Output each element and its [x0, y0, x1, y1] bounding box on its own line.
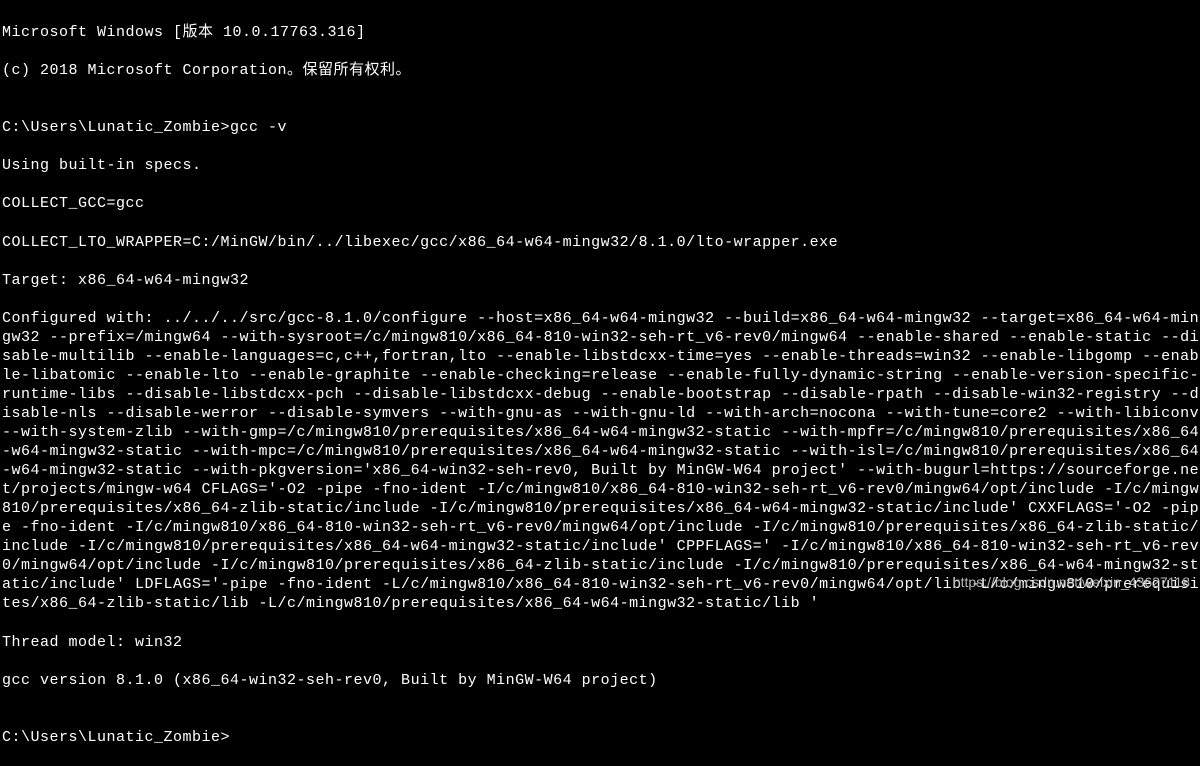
output-thread-model: Thread model: win32 — [2, 633, 1200, 652]
watermark-text: https://blog.csdn.net/weixin_43627118 — [953, 574, 1190, 592]
output-collect-gcc: COLLECT_GCC=gcc — [2, 194, 1200, 213]
cursor[interactable] — [230, 728, 239, 745]
copyright-line: (c) 2018 Microsoft Corporation。保留所有权利。 — [2, 61, 1200, 80]
command-line-2[interactable]: C:\Users\Lunatic_Zombie> — [2, 728, 1200, 747]
output-configured-with: Configured with: ../../../src/gcc-8.1.0/… — [2, 309, 1200, 614]
command-text-1: gcc -v — [230, 118, 287, 137]
prompt-1: C:\Users\Lunatic_Zombie> — [2, 118, 230, 137]
output-gcc-version: gcc version 8.1.0 (x86_64-win32-seh-rev0… — [2, 671, 1200, 690]
terminal-output[interactable]: Microsoft Windows [版本 10.0.17763.316] (c… — [2, 4, 1200, 766]
command-line-1: C:\Users\Lunatic_Zombie>gcc -v — [2, 118, 1200, 137]
prompt-2: C:\Users\Lunatic_Zombie> — [2, 728, 230, 747]
os-version-line: Microsoft Windows [版本 10.0.17763.316] — [2, 23, 1200, 42]
output-lto-wrapper: COLLECT_LTO_WRAPPER=C:/MinGW/bin/../libe… — [2, 233, 1200, 252]
output-specs: Using built-in specs. — [2, 156, 1200, 175]
output-target: Target: x86_64-w64-mingw32 — [2, 271, 1200, 290]
